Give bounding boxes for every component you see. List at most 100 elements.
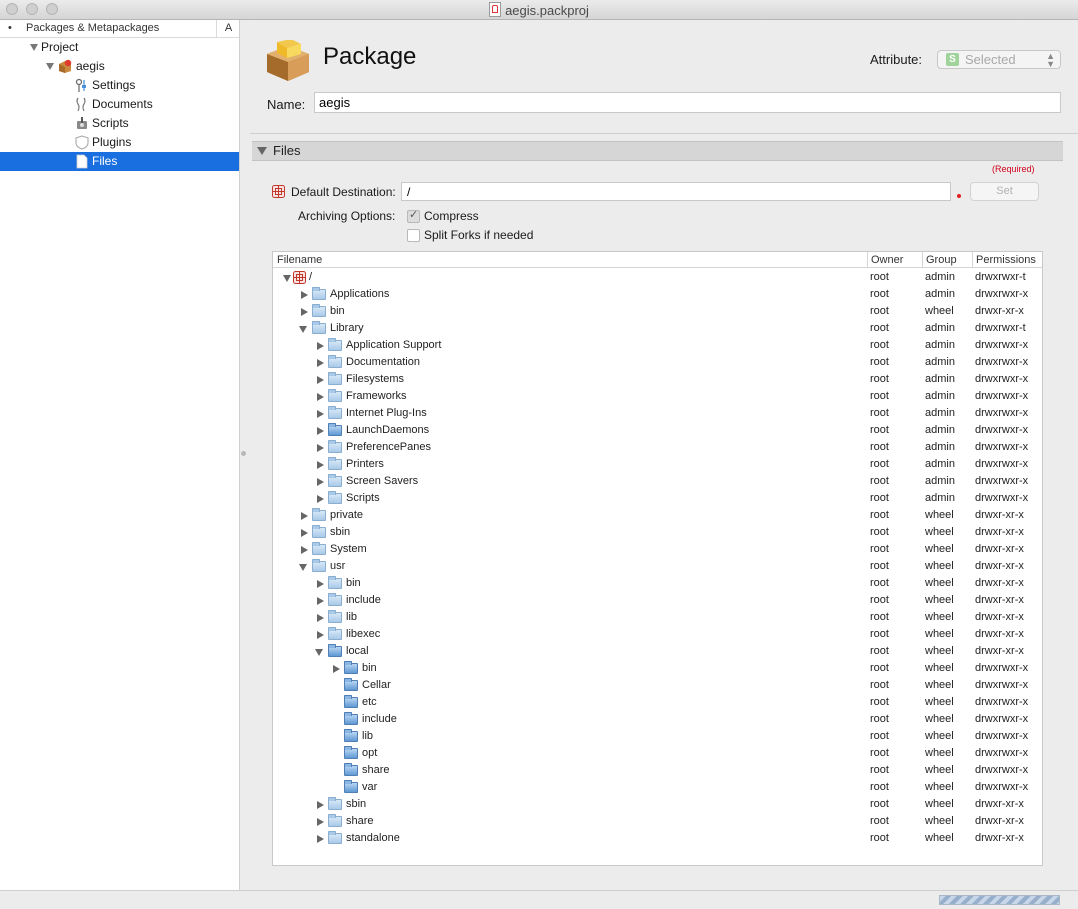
table-row[interactable]: Filesystems root admin drwxrwxr-x (273, 371, 1042, 388)
disclosure-down-icon[interactable] (46, 63, 54, 70)
sidebar-item-plugins[interactable]: Plugins (0, 133, 239, 152)
table-row[interactable]: share root wheel drwxrwxr-x (273, 762, 1042, 779)
table-row[interactable]: bin root wheel drwxr-xr-x (273, 303, 1042, 320)
disclosure-down-icon[interactable] (299, 564, 307, 571)
file-name: etc (362, 696, 377, 708)
table-row[interactable]: bin root wheel drwxr-xr-x (273, 575, 1042, 592)
sidebar-item-files[interactable]: Files (0, 152, 239, 171)
disclosure-right-icon[interactable] (333, 665, 340, 673)
files-outline-table[interactable]: Filename Owner Group Permissions / root ad… (272, 251, 1043, 866)
disclosure-right-icon[interactable] (317, 376, 324, 384)
table-row[interactable]: libexec root wheel drwxr-xr-x (273, 626, 1042, 643)
disclosure-right-icon[interactable] (317, 427, 324, 435)
sidebar-item-aegis[interactable]: aegis (0, 57, 239, 76)
disclosure-down-icon[interactable] (283, 275, 291, 282)
disclosure-right-icon[interactable] (317, 835, 324, 843)
disclosure-down-icon[interactable] (30, 44, 38, 51)
sidebar-header-title[interactable]: Packages & Metapackages (26, 22, 159, 34)
disclosure-right-icon[interactable] (301, 546, 308, 554)
compress-checkbox[interactable] (407, 208, 420, 223)
table-row[interactable]: Frameworks root admin drwxrwxr-x (273, 388, 1042, 405)
table-row[interactable]: bin root wheel drwxrwxr-x (273, 660, 1042, 677)
table-row[interactable]: Internet Plug-Ins root admin drwxrwxr-x (273, 405, 1042, 422)
table-row[interactable]: Screen Savers root admin drwxrwxr-x (273, 473, 1042, 490)
disclosure-right-icon[interactable] (301, 512, 308, 520)
disclosure-down-icon[interactable] (299, 326, 307, 333)
table-row[interactable]: PreferencePanes root admin drwxrwxr-x (273, 439, 1042, 456)
sidebar-item-scripts[interactable]: Scripts (0, 114, 239, 133)
sidebar-item-documents[interactable]: Documents (0, 95, 239, 114)
file-name: Filesystems (346, 373, 405, 385)
disclosure-right-icon[interactable] (317, 410, 324, 418)
table-row[interactable]: Library root admin drwxrwxr-t (273, 320, 1042, 337)
file-owner: root (870, 560, 889, 572)
table-row[interactable]: include root wheel drwxr-xr-x (273, 592, 1042, 609)
disclosure-right-icon[interactable] (317, 495, 324, 503)
disclosure-right-icon[interactable] (317, 631, 324, 639)
sidebar-item-project[interactable]: Project (0, 38, 239, 57)
table-row[interactable]: opt root wheel drwxrwxr-x (273, 745, 1042, 762)
disclosure-right-icon[interactable] (317, 614, 324, 622)
table-row[interactable]: Printers root admin drwxrwxr-x (273, 456, 1042, 473)
table-row[interactable]: LaunchDaemons root admin drwxrwxr-x (273, 422, 1042, 439)
set-button[interactable]: Set (970, 182, 1039, 201)
column-header-owner[interactable]: Owner (867, 252, 922, 268)
folder-icon (328, 457, 342, 470)
disclosure-right-icon[interactable] (317, 359, 324, 367)
attribute-select[interactable]: S Selected ▲ ▼ (937, 50, 1061, 69)
disclosure-right-icon[interactable] (317, 478, 324, 486)
table-row[interactable]: Cellar root wheel drwxrwxr-x (273, 677, 1042, 694)
column-header-permissions[interactable]: Permissions (972, 252, 1042, 268)
files-section-header[interactable]: Files (252, 141, 1063, 161)
default-destination-field[interactable] (401, 182, 951, 201)
disclosure-down-icon[interactable] (257, 147, 267, 155)
file-owner: root (870, 781, 889, 793)
table-row[interactable]: Documentation root admin drwxrwxr-x (273, 354, 1042, 371)
table-row[interactable]: include root wheel drwxrwxr-x (273, 711, 1042, 728)
sidebar-sort-column[interactable]: A (216, 20, 240, 37)
disclosure-right-icon[interactable] (317, 342, 324, 350)
table-row[interactable]: sbin root wheel drwxr-xr-x (273, 796, 1042, 813)
column-header-filename[interactable]: Filename (273, 252, 867, 268)
table-row[interactable]: standalone root wheel drwxr-xr-x (273, 830, 1042, 847)
disclosure-right-icon[interactable] (317, 461, 324, 469)
disclosure-down-icon[interactable] (315, 649, 323, 656)
table-row[interactable]: lib root wheel drwxrwxr-x (273, 728, 1042, 745)
file-name: Printers (346, 458, 384, 470)
table-row[interactable]: Application Support root admin drwxrwxr-x (273, 337, 1042, 354)
table-row[interactable]: lib root wheel drwxr-xr-x (273, 609, 1042, 626)
table-row[interactable]: Scripts root admin drwxrwxr-x (273, 490, 1042, 507)
disclosure-right-icon[interactable] (317, 818, 324, 826)
disclosure-right-icon[interactable] (301, 291, 308, 299)
column-header-group[interactable]: Group (922, 252, 972, 268)
disclosure-right-icon[interactable] (301, 308, 308, 316)
disclosure-right-icon[interactable] (317, 801, 324, 809)
disclosure-right-icon[interactable] (317, 444, 324, 452)
file-permissions: drwxr-xr-x (975, 645, 1024, 657)
sidebar-item-settings[interactable]: Settings (0, 76, 239, 95)
split-forks-checkbox[interactable] (407, 229, 420, 242)
disclosure-right-icon[interactable] (317, 393, 324, 401)
file-permissions: drwxr-xr-x (975, 798, 1024, 810)
table-row[interactable]: local root wheel drwxr-xr-x (273, 643, 1042, 660)
table-row[interactable]: share root wheel drwxr-xr-x (273, 813, 1042, 830)
file-permissions: drwxrwxr-x (975, 373, 1029, 385)
folder-icon (312, 304, 326, 317)
disclosure-right-icon[interactable] (317, 597, 324, 605)
window-title-text: aegis.packproj (505, 3, 589, 18)
table-row[interactable]: usr root wheel drwxr-xr-x (273, 558, 1042, 575)
table-row[interactable]: private root wheel drwxr-xr-x (273, 507, 1042, 524)
file-group: wheel (925, 781, 954, 793)
file-name: include (346, 594, 381, 606)
name-field[interactable] (314, 92, 1061, 113)
disclosure-right-icon[interactable] (317, 580, 324, 588)
file-group: admin (925, 271, 955, 283)
table-row[interactable]: Applications root admin drwxrwxr-x (273, 286, 1042, 303)
file-name: usr (330, 560, 346, 572)
disclosure-right-icon[interactable] (301, 529, 308, 537)
table-row[interactable]: sbin root wheel drwxr-xr-x (273, 524, 1042, 541)
table-row[interactable]: System root wheel drwxr-xr-x (273, 541, 1042, 558)
table-row[interactable]: var root wheel drwxrwxr-x (273, 779, 1042, 796)
table-row[interactable]: etc root wheel drwxrwxr-x (273, 694, 1042, 711)
table-row[interactable]: / root admin drwxrwxr-t (273, 269, 1042, 286)
